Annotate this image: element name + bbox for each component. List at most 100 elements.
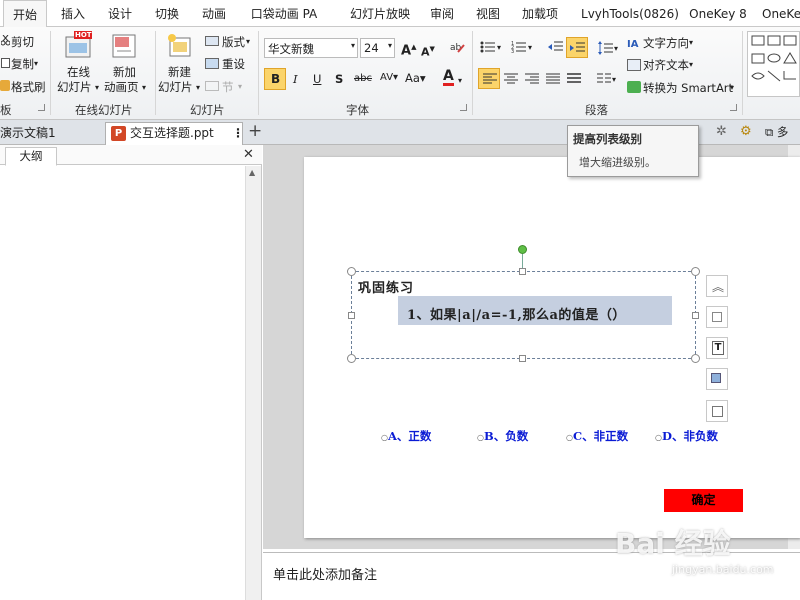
section-dropdown-icon[interactable]: ▾ <box>238 80 242 94</box>
confirm-button[interactable]: 确定 <box>664 489 743 512</box>
close-panel-icon[interactable]: ✕ <box>243 147 254 162</box>
bold-button[interactable]: B <box>264 68 286 90</box>
option-d[interactable]: ○D、非负数 <box>655 428 718 444</box>
resize-handle-ne[interactable] <box>691 267 700 276</box>
option-c[interactable]: ○C、非正数 <box>566 428 628 444</box>
grow-font-icon[interactable]: A▲ <box>401 40 416 58</box>
resize-handle-n[interactable] <box>519 268 526 275</box>
clipboard-launcher-icon[interactable] <box>38 104 45 111</box>
notes-placeholder[interactable]: 单击此处添加备注 <box>273 564 377 583</box>
char-spacing-icon[interactable]: AV▾ <box>380 71 398 85</box>
bullets-icon[interactable] <box>480 41 496 53</box>
shadow-icon[interactable]: S <box>335 72 343 86</box>
increase-list-level-button[interactable] <box>566 37 588 58</box>
font-name-dropdown-icon[interactable]: ▾ <box>351 41 355 50</box>
align-center-icon[interactable] <box>503 73 519 85</box>
smartart-dropdown-icon[interactable]: ▾ <box>730 81 734 95</box>
underline-icon[interactable]: U <box>313 72 321 86</box>
resize-handle-sw[interactable] <box>347 354 356 363</box>
numbering-icon[interactable]: 123 <box>511 41 527 55</box>
distribute-icon[interactable] <box>566 73 582 85</box>
align-right-icon[interactable] <box>524 73 540 85</box>
new-slide-label[interactable]: 新建 <box>168 65 191 79</box>
settings-gear-icon[interactable]: ✲ <box>716 124 732 140</box>
copy-button[interactable]: 复制 <box>11 57 34 71</box>
font-size-input[interactable]: 24 ▾ <box>360 38 395 58</box>
crop-button[interactable] <box>706 400 728 422</box>
doc-tab-1[interactable]: 演示文稿1 <box>0 122 105 144</box>
bullets-dropdown-icon[interactable]: ▾ <box>497 41 501 55</box>
numbering-dropdown-icon[interactable]: ▾ <box>528 41 532 55</box>
scroll-up-icon[interactable]: ▲ <box>249 168 255 177</box>
tab-pocket-animation[interactable]: 口袋动画 PA <box>248 0 320 27</box>
align-left-button[interactable] <box>478 68 500 89</box>
tab-onekey[interactable]: OneKe <box>762 0 800 27</box>
shrink-font-icon[interactable]: A▼ <box>421 42 435 60</box>
align-text-dropdown-icon[interactable]: ▾ <box>689 58 693 72</box>
outline-scrollbar[interactable]: ▲ <box>245 166 261 600</box>
line-spacing-icon[interactable] <box>598 41 614 55</box>
strikethrough-icon[interactable]: abc <box>354 72 372 86</box>
font-name-input[interactable]: 华文新魏 ▾ <box>264 38 358 58</box>
font-launcher-icon[interactable] <box>460 104 467 111</box>
tab-addins[interactable]: 加载项 <box>518 0 562 27</box>
copy-dropdown-icon[interactable]: ▾ <box>34 57 38 71</box>
online-slide-label-2[interactable]: 幻灯片 <box>57 80 92 94</box>
new-page-label[interactable]: 新加 <box>113 65 136 79</box>
new-page-label-2[interactable]: 动画页 <box>104 80 139 94</box>
font-size-dropdown-icon[interactable]: ▾ <box>388 41 392 50</box>
convert-smartart-button[interactable]: 转换为 SmartArt <box>643 81 733 95</box>
paragraph-launcher-icon[interactable] <box>730 104 737 111</box>
columns-icon[interactable] <box>596 73 612 85</box>
layout-options-button[interactable] <box>706 306 728 328</box>
text-button[interactable]: T <box>706 337 728 359</box>
tab-insert[interactable]: 插入 <box>52 0 94 27</box>
clear-formatting-icon[interactable]: ab <box>450 40 466 54</box>
format-painter-button[interactable]: 格式刷 <box>11 80 46 94</box>
decrease-indent-icon[interactable] <box>548 41 564 53</box>
option-b[interactable]: ○B、负数 <box>477 428 528 444</box>
tab-lvyhtools[interactable]: LvyhTools(0826) <box>576 0 684 27</box>
tab-menu-icon[interactable]: ⋮ <box>232 123 244 144</box>
new-slide-dropdown-icon[interactable]: ▾ <box>196 81 200 95</box>
resize-handle-se[interactable] <box>691 354 700 363</box>
rotation-handle[interactable] <box>518 245 527 254</box>
new-page-dropdown-icon[interactable]: ▾ <box>142 81 146 95</box>
tab-transitions[interactable]: 切换 <box>146 0 188 27</box>
tab-view[interactable]: 视图 <box>470 0 506 27</box>
text-direction-button[interactable]: 文字方向 <box>643 36 689 50</box>
italic-icon[interactable]: I <box>293 72 298 86</box>
justify-icon[interactable] <box>545 73 561 85</box>
question-text[interactable]: 1、如果|a|/a=-1,那么a的值是（） <box>407 304 626 323</box>
section-button[interactable]: 节 <box>222 80 234 94</box>
columns-dropdown-icon[interactable]: ▾ <box>612 73 616 87</box>
line-spacing-dropdown-icon[interactable]: ▾ <box>614 42 618 56</box>
reset-button[interactable]: 重设 <box>222 57 245 71</box>
addin-gear-icon[interactable]: ⚙ <box>740 124 756 140</box>
shapes-gallery[interactable] <box>747 31 800 97</box>
text-direction-dropdown-icon[interactable]: ▾ <box>689 36 693 50</box>
change-case-icon[interactable]: Aa▾ <box>405 71 426 85</box>
resize-handle-s[interactable] <box>519 355 526 362</box>
online-slide-label[interactable]: 在线 <box>67 65 90 79</box>
align-text-button[interactable]: 对齐文本 <box>643 58 689 72</box>
resize-handle-nw[interactable] <box>347 267 356 276</box>
tab-review[interactable]: 审阅 <box>424 0 460 27</box>
add-tab-button[interactable]: + <box>248 121 262 141</box>
tab-slideshow[interactable]: 幻灯片放映 <box>344 0 416 27</box>
new-slide-label-2[interactable]: 幻灯片 <box>158 80 193 94</box>
multi-window-button[interactable]: ⧉ 多 <box>765 124 788 140</box>
font-color-dropdown-icon[interactable]: ▾ <box>458 74 462 88</box>
option-a[interactable]: ○A、正数 <box>381 428 431 444</box>
tab-design[interactable]: 设计 <box>99 0 141 27</box>
resize-handle-w[interactable] <box>348 312 355 319</box>
layout-dropdown-icon[interactable]: ▾ <box>246 35 250 49</box>
arrange-button[interactable] <box>706 368 728 390</box>
resize-handle-e[interactable] <box>692 312 699 319</box>
tab-home[interactable]: 开始 <box>3 0 47 28</box>
tab-onekey8[interactable]: OneKey 8 <box>686 0 750 27</box>
tab-animations[interactable]: 动画 <box>193 0 235 27</box>
collapse-button[interactable]: ︽ <box>706 275 728 297</box>
doc-tab-2[interactable]: P 交互选择题.ppt ⋮ <box>105 122 244 145</box>
online-slide-dropdown-icon[interactable]: ▾ <box>95 81 99 95</box>
